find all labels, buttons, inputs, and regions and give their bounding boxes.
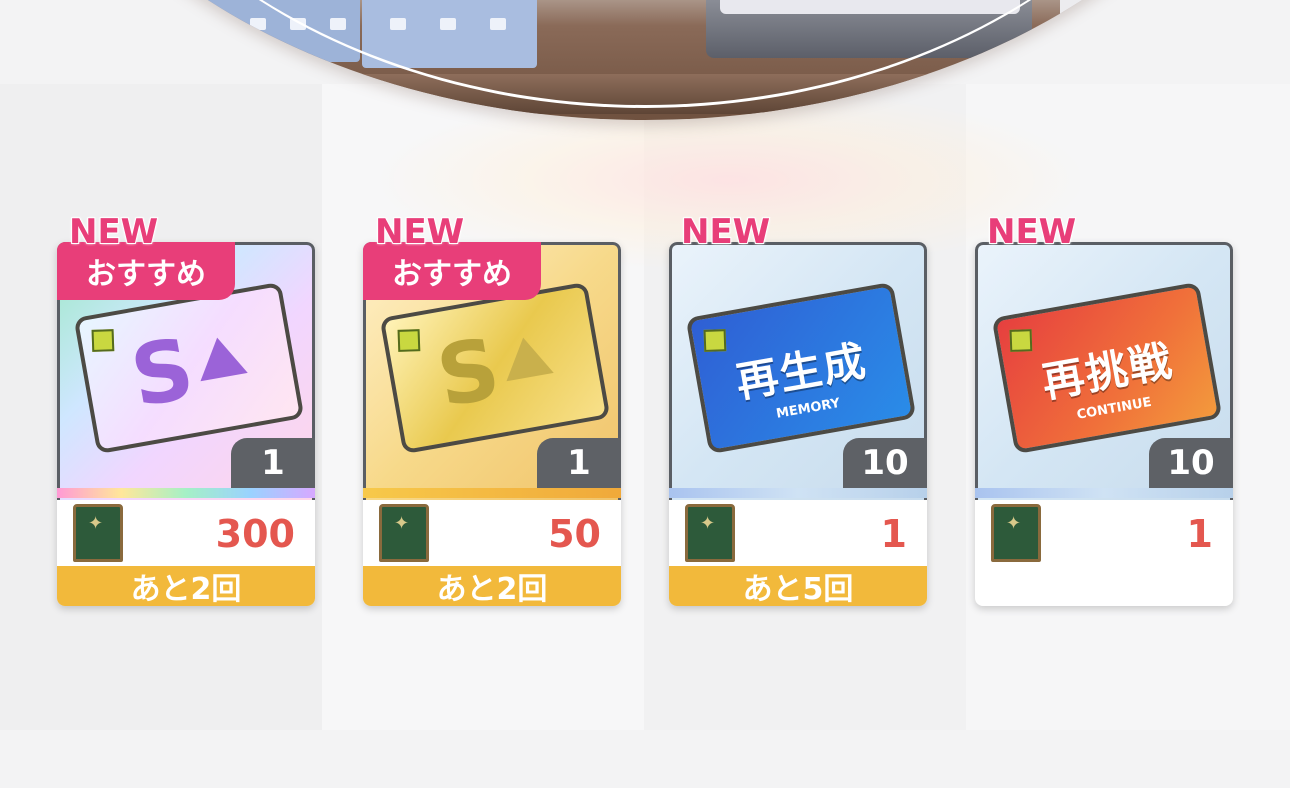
medal-icon: ✦ bbox=[685, 504, 735, 562]
new-badge: NEW bbox=[374, 211, 465, 253]
gold-s-rank-up-ticket-icon: S bbox=[379, 281, 611, 455]
price: 1 bbox=[880, 512, 907, 556]
memory-replay-ticket-icon: 再生成 MEMORY bbox=[685, 281, 917, 455]
gem-icon bbox=[703, 329, 727, 352]
new-badge: NEW bbox=[680, 211, 771, 253]
quantity-badge: 10 bbox=[843, 438, 927, 488]
price-row: ✦ 1 bbox=[975, 500, 1233, 566]
remaining-count: あと5回 bbox=[669, 566, 927, 606]
price: 50 bbox=[548, 512, 601, 556]
ticket-letter: S bbox=[124, 319, 201, 427]
ticket-letter: S bbox=[430, 319, 507, 427]
remaining-count: あと2回 bbox=[363, 566, 621, 606]
price-row: ✦ 1 bbox=[669, 500, 927, 566]
gem-icon bbox=[91, 329, 115, 352]
new-badge: NEW bbox=[68, 211, 159, 253]
medal-icon: ✦ bbox=[379, 504, 429, 562]
rank-up-arrow-icon bbox=[193, 333, 248, 382]
medal-icon: ✦ bbox=[73, 504, 123, 562]
medal-icon: ✦ bbox=[991, 504, 1041, 562]
continue-retry-ticket-icon: 再挑戦 CONTINUE bbox=[991, 281, 1223, 455]
quantity-badge: 1 bbox=[537, 438, 621, 488]
remaining-count: あと2回 bbox=[57, 566, 315, 606]
new-badge: NEW bbox=[986, 211, 1077, 253]
gem-icon bbox=[397, 329, 421, 352]
shop-item-card[interactable]: 再挑戦 CONTINUE 10 ✦ 1 NEW bbox=[975, 211, 1233, 606]
price-row: ✦ 50 bbox=[363, 500, 621, 566]
shop-item-card[interactable]: S 1 ✦ 300 あと2回 おすすめ NEW bbox=[57, 211, 315, 606]
gem-icon bbox=[1009, 329, 1033, 352]
rainbow-s-rank-up-ticket-icon: S bbox=[73, 281, 305, 455]
shop-item-card[interactable]: 再生成 MEMORY 10 ✦ 1 あと5回 NEW bbox=[669, 211, 927, 606]
shop-item-card[interactable]: S 1 ✦ 50 あと2回 おすすめ NEW bbox=[363, 211, 621, 606]
price: 300 bbox=[215, 512, 295, 556]
price: 1 bbox=[1186, 512, 1213, 556]
quantity-badge: 1 bbox=[231, 438, 315, 488]
price-row: ✦ 300 bbox=[57, 500, 315, 566]
rank-up-arrow-icon bbox=[499, 333, 554, 382]
quantity-badge: 10 bbox=[1149, 438, 1233, 488]
